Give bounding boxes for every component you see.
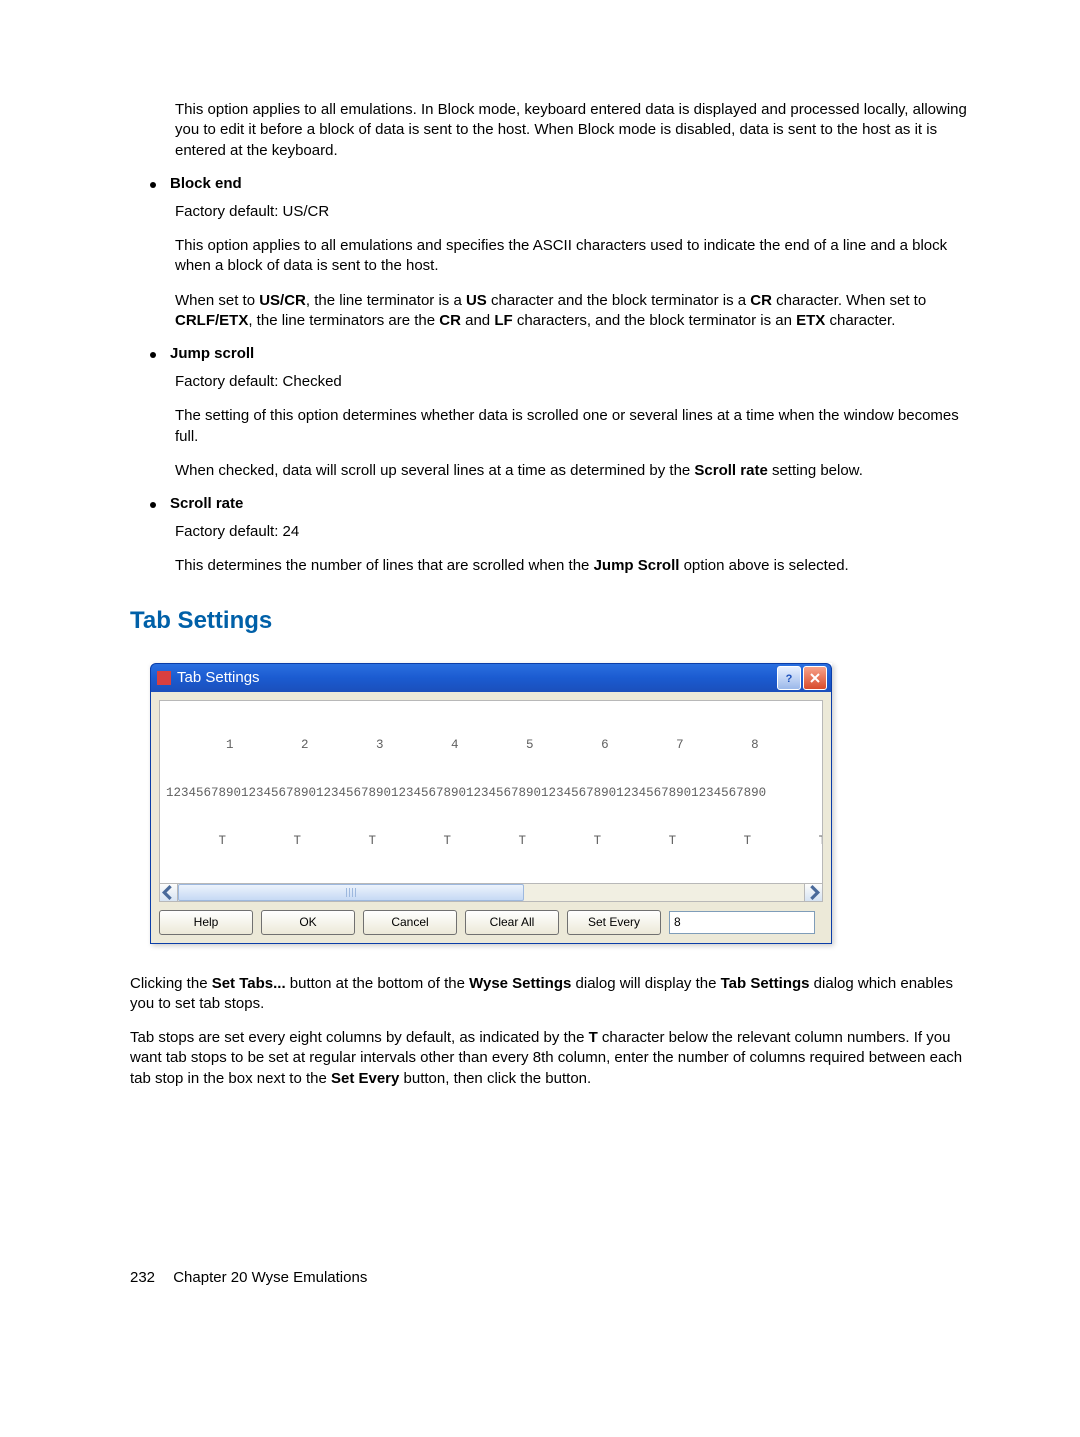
jump-scroll-factory: Factory default: Checked — [175, 372, 970, 392]
tab-settings-dialog: Tab Settings ? 1 2 3 4 5 6 7 8 12345 — [150, 663, 832, 944]
after-p2: Tab stops are set every eight columns by… — [130, 1028, 970, 1089]
help-icon[interactable]: ? — [777, 666, 801, 690]
ruler-digits: 1234567890123456789012345678901234567890… — [160, 783, 822, 803]
chapter-label: Chapter 20 Wyse Emulations — [173, 1269, 367, 1286]
set-every-button[interactable]: Set Every — [567, 910, 661, 935]
bullet-label: Block end — [170, 175, 242, 192]
bullet-block-end: Block end — [150, 175, 970, 192]
dialog-body: 1 2 3 4 5 6 7 8 123456789012345678901234… — [150, 692, 832, 944]
section-heading: Tab Settings — [130, 607, 970, 635]
jump-scroll-p2: When checked, data will scroll up severa… — [175, 461, 970, 481]
scroll-left-icon[interactable] — [160, 884, 178, 901]
scroll-rate-factory: Factory default: 24 — [175, 522, 970, 542]
app-icon — [157, 671, 171, 685]
bullet-icon — [150, 502, 156, 508]
bullet-icon — [150, 182, 156, 188]
scroll-rate-p1: This determines the number of lines that… — [175, 556, 970, 576]
bullet-icon — [150, 352, 156, 358]
after-p1: Clicking the Set Tabs... button at the b… — [130, 974, 970, 1015]
bullet-scroll-rate: Scroll rate — [150, 495, 970, 512]
ok-button[interactable]: OK — [261, 910, 355, 935]
cancel-button[interactable]: Cancel — [363, 910, 457, 935]
ruler-tens: 1 2 3 4 5 6 7 8 — [160, 735, 822, 755]
page-number: 232 — [130, 1269, 155, 1286]
help-button[interactable]: Help — [159, 910, 253, 935]
set-every-input[interactable]: 8 — [669, 911, 815, 934]
intro-text: This option applies to all emulations. I… — [175, 100, 970, 161]
block-end-p2: When set to US/CR, the line terminator i… — [175, 291, 970, 332]
block-end-factory: Factory default: US/CR — [175, 202, 970, 222]
titlebar-text: Tab Settings — [177, 669, 775, 686]
horizontal-scrollbar[interactable] — [159, 884, 823, 902]
titlebar: Tab Settings ? — [150, 663, 832, 692]
bullet-label: Scroll rate — [170, 495, 243, 512]
bullet-jump-scroll: Jump scroll — [150, 345, 970, 362]
tab-ruler[interactable]: 1 2 3 4 5 6 7 8 123456789012345678901234… — [159, 700, 823, 884]
scroll-track[interactable] — [178, 884, 804, 901]
block-end-p1: This option applies to all emulations an… — [175, 236, 970, 277]
clear-all-button[interactable]: Clear All — [465, 910, 559, 935]
bullet-label: Jump scroll — [170, 345, 254, 362]
scroll-thumb[interactable] — [178, 884, 524, 901]
jump-scroll-p1: The setting of this option determines wh… — [175, 406, 970, 447]
close-icon[interactable] — [803, 666, 827, 690]
page-footer: 232 Chapter 20 Wyse Emulations — [130, 1269, 970, 1286]
svg-text:?: ? — [786, 673, 793, 684]
scroll-right-icon[interactable] — [804, 884, 822, 901]
ruler-tabs: T T T T T T T T T — [160, 831, 822, 851]
